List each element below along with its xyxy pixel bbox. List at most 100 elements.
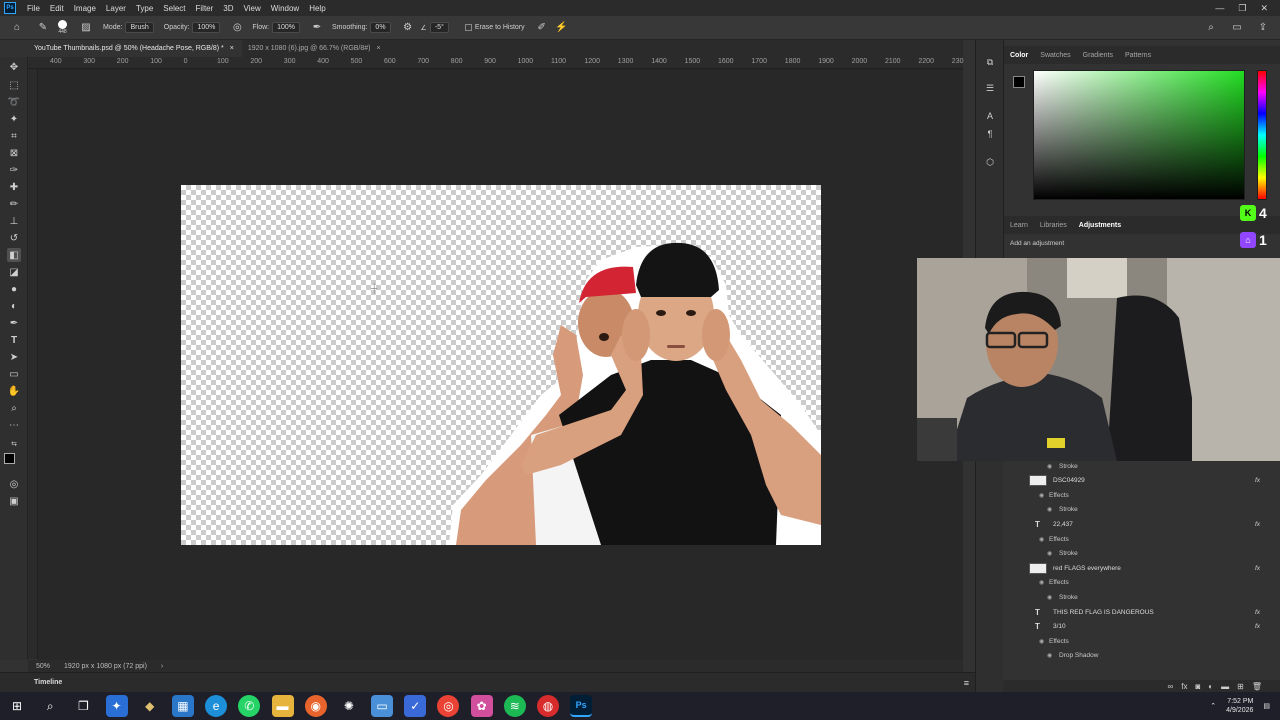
- layer-row[interactable]: red FLAGS everywhere fx: [1003, 562, 1280, 574]
- properties-panel-icon[interactable]: ☰: [984, 82, 996, 94]
- zoom-tool-icon[interactable]: ⌕: [7, 401, 21, 415]
- visibility-eye-icon[interactable]: ◉: [1047, 594, 1052, 601]
- 3d-panel-icon[interactable]: ⬡: [984, 156, 996, 168]
- home-icon[interactable]: ⌂: [10, 21, 24, 35]
- healing-brush-tool-icon[interactable]: ✚: [7, 180, 21, 194]
- new-fill-layer-icon[interactable]: ◐: [1208, 682, 1213, 691]
- layer-effect-item[interactable]: ◉ Stroke: [1003, 460, 1280, 472]
- app-icon[interactable]: ◆: [139, 695, 161, 717]
- layer-effects-icon[interactable]: fx: [1255, 609, 1260, 616]
- layer-effects-row[interactable]: ◉ Effects: [1003, 635, 1280, 647]
- layer-effects-icon[interactable]: fx: [1255, 477, 1260, 484]
- app-icon[interactable]: ▭: [371, 695, 394, 717]
- app-icon[interactable]: ✿: [470, 695, 493, 717]
- swap-colors-icon[interactable]: ⇆: [7, 437, 21, 451]
- smoothing-input[interactable]: 0%: [370, 22, 391, 33]
- add-mask-icon[interactable]: ◙: [1195, 682, 1200, 691]
- pressure-size-icon[interactable]: ✐: [535, 21, 549, 35]
- more-tools-icon[interactable]: ⋯: [7, 418, 21, 432]
- lasso-tool-icon[interactable]: ➰: [7, 95, 21, 109]
- tab-learn[interactable]: Learn: [1010, 222, 1028, 229]
- magic-wand-tool-icon[interactable]: ✦: [7, 112, 21, 126]
- clock[interactable]: 7:52 PM 4/9/2026: [1226, 697, 1253, 715]
- menu-help[interactable]: Help: [304, 4, 330, 13]
- eraser-tool-icon[interactable]: ✎: [36, 21, 50, 35]
- character-panel-icon[interactable]: A: [984, 110, 996, 122]
- tab-1920-jpg[interactable]: 1920 x 1080 (6).jpg @ 66.7% (RGB/8#) ×: [241, 40, 389, 57]
- tab-adjustments[interactable]: Adjustments: [1079, 222, 1121, 229]
- layer-effects-icon[interactable]: fx: [1255, 565, 1260, 572]
- layer-row[interactable]: T 22,437 fx: [1003, 518, 1280, 530]
- layer-effects-icon[interactable]: fx: [1255, 623, 1260, 630]
- photoshop-taskbar-icon[interactable]: Ps: [570, 695, 593, 717]
- layer-effects-icon[interactable]: fx: [1255, 521, 1260, 528]
- eyedropper-tool-icon[interactable]: ✑: [7, 163, 21, 177]
- tab-gradients[interactable]: Gradients: [1083, 52, 1113, 59]
- tab-close-icon[interactable]: ×: [230, 45, 234, 52]
- search-icon[interactable]: ⌕: [39, 695, 61, 717]
- layer-row[interactable]: T 3/10 fx: [1003, 621, 1280, 633]
- layer-effect-item[interactable]: ◉ Drop Shadow: [1003, 650, 1280, 662]
- history-panel-icon[interactable]: ⧉: [984, 56, 996, 68]
- symmetry-icon[interactable]: ⚡: [555, 21, 569, 35]
- menu-filter[interactable]: Filter: [191, 4, 219, 13]
- visibility-eye-icon[interactable]: ◉: [1047, 550, 1052, 557]
- tab-libraries[interactable]: Libraries: [1040, 222, 1067, 229]
- visibility-eye-icon[interactable]: ◉: [1039, 536, 1044, 543]
- pressure-opacity-icon[interactable]: ◎: [230, 21, 244, 35]
- frame-tool-icon[interactable]: ⊠: [7, 146, 21, 160]
- hand-tool-icon[interactable]: ✋: [7, 384, 21, 398]
- eraser-tool-icon[interactable]: ◧: [7, 248, 21, 262]
- restore-button[interactable]: ❐: [1238, 3, 1246, 14]
- brush-settings-icon[interactable]: ▨: [79, 21, 93, 35]
- status-arrow-icon[interactable]: ›: [161, 663, 163, 670]
- chrome-icon[interactable]: ◎: [437, 695, 460, 717]
- app-icon[interactable]: ✦: [105, 695, 128, 717]
- menu-file[interactable]: File: [22, 4, 45, 13]
- whatsapp-icon[interactable]: ✆: [238, 695, 261, 717]
- share-icon[interactable]: ⇪: [1256, 21, 1270, 35]
- visibility-eye-icon[interactable]: ◉: [1047, 463, 1052, 470]
- edge-browser-icon[interactable]: e: [205, 695, 228, 717]
- notification-icon[interactable]: ▤: [1263, 702, 1270, 710]
- menu-view[interactable]: View: [239, 4, 266, 13]
- task-view-icon[interactable]: ❐: [72, 695, 94, 717]
- menu-3d[interactable]: 3D: [218, 4, 238, 13]
- dodge-tool-icon[interactable]: ◐: [7, 299, 21, 313]
- tab-patterns[interactable]: Patterns: [1125, 52, 1151, 59]
- menu-edit[interactable]: Edit: [45, 4, 69, 13]
- brush-tool-icon[interactable]: ✏: [7, 197, 21, 211]
- spotify-icon[interactable]: ≋: [503, 695, 526, 717]
- tab-color[interactable]: Color: [1010, 52, 1028, 59]
- airbrush-icon[interactable]: ✒: [310, 21, 324, 35]
- rectangle-tool-icon[interactable]: ▭: [7, 367, 21, 381]
- menu-window[interactable]: Window: [266, 4, 304, 13]
- workspace-icon[interactable]: ▭: [1230, 21, 1244, 35]
- menu-type[interactable]: Type: [131, 4, 158, 13]
- minimize-button[interactable]: —: [1215, 3, 1224, 14]
- layer-row[interactable]: DSC04929 fx: [1003, 475, 1280, 487]
- flow-input[interactable]: 100%: [272, 22, 300, 33]
- paint-bucket-tool-icon[interactable]: ◪: [7, 265, 21, 279]
- timeline-menu-icon[interactable]: ≡: [964, 678, 969, 688]
- calculator-icon[interactable]: ▦: [171, 695, 194, 717]
- visibility-eye-icon[interactable]: ◉: [1047, 652, 1052, 659]
- visibility-eye-icon[interactable]: ◉: [1039, 638, 1044, 645]
- tray-chevron-icon[interactable]: ⌃: [1210, 702, 1216, 710]
- tab-swatches[interactable]: Swatches: [1040, 52, 1070, 59]
- layer-effects-row[interactable]: ◉ Effects: [1003, 577, 1280, 589]
- pen-tool-icon[interactable]: ✒: [7, 316, 21, 330]
- app-icon[interactable]: ✓: [404, 695, 427, 717]
- menu-image[interactable]: Image: [69, 4, 101, 13]
- blur-tool-icon[interactable]: ●: [7, 282, 21, 296]
- type-tool-icon[interactable]: T: [7, 333, 21, 347]
- path-selection-tool-icon[interactable]: ➤: [7, 350, 21, 364]
- zoom-level[interactable]: 50%: [36, 663, 50, 670]
- new-group-icon[interactable]: ▬: [1221, 682, 1229, 691]
- new-layer-icon[interactable]: ⊞: [1237, 682, 1244, 691]
- visibility-eye-icon[interactable]: ◉: [1039, 492, 1044, 499]
- move-tool-icon[interactable]: ✥: [7, 60, 21, 74]
- visibility-eye-icon[interactable]: ◉: [1047, 506, 1052, 513]
- file-explorer-icon[interactable]: ▬: [271, 695, 294, 717]
- menu-layer[interactable]: Layer: [101, 4, 131, 13]
